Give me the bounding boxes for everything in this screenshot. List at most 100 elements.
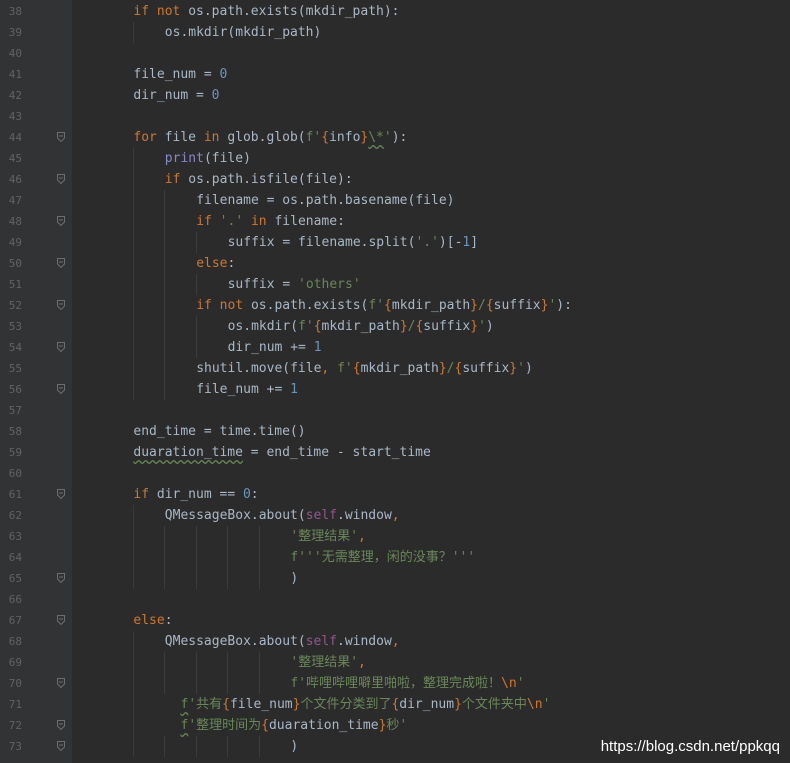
code-token: '整理结果' bbox=[290, 529, 359, 544]
code-line[interactable]: 46 if os.path.isfile(file): bbox=[0, 169, 790, 190]
fold-marker-icon[interactable] bbox=[57, 384, 65, 394]
indent-guide bbox=[133, 253, 134, 274]
code-line[interactable]: 50 else: bbox=[0, 253, 790, 274]
fold-marker-icon[interactable] bbox=[57, 678, 65, 688]
code-token: dir_num += bbox=[227, 340, 314, 355]
code-text: QMessageBox.about(self.window, bbox=[165, 505, 400, 526]
code-line[interactable]: 42 dir_num = 0 bbox=[0, 85, 790, 106]
code-line[interactable]: 44 for file in glob.glob(f'{info}\*'): bbox=[0, 127, 790, 148]
indent-guide bbox=[133, 652, 134, 673]
code-token: QMessageBox.about( bbox=[164, 508, 306, 523]
code-text: suffix = filename.split('.')[-1] bbox=[228, 232, 478, 253]
code-line[interactable]: 43 bbox=[0, 106, 790, 127]
code-line[interactable]: 69 '整理结果', bbox=[0, 652, 790, 673]
code-line[interactable]: 58 end_time = time.time() bbox=[0, 421, 790, 442]
code-token: } bbox=[509, 361, 518, 376]
code-line[interactable]: 47 filename = os.path.basename(file) bbox=[0, 190, 790, 211]
code-line[interactable]: 45 print(file) bbox=[0, 148, 790, 169]
code-token: os.mkdir(mkdir_path) bbox=[164, 25, 322, 40]
code-line[interactable]: 65) bbox=[0, 568, 790, 589]
fold-marker-icon[interactable] bbox=[57, 132, 65, 142]
indent-guide bbox=[258, 526, 260, 547]
code-line[interactable]: 55 shutil.move(file, f'{mkdir_path}/{suff… bbox=[0, 358, 790, 379]
indent-guide bbox=[133, 190, 134, 211]
fold-marker-icon[interactable] bbox=[57, 489, 65, 499]
code-line[interactable]: 67 else: bbox=[0, 610, 790, 631]
fold-marker-icon[interactable] bbox=[57, 342, 65, 352]
code-line[interactable]: 52 if not os.path.exists(f'{mkdir_path}/{… bbox=[0, 295, 790, 316]
code-token: else bbox=[133, 613, 165, 628]
code-token: , bbox=[358, 655, 366, 670]
indent-guide bbox=[227, 547, 229, 568]
code-token: ] bbox=[470, 235, 479, 250]
code-text: if '.' in filename: bbox=[196, 211, 345, 232]
code-token: dir_num bbox=[399, 697, 455, 712]
line-number: 49 bbox=[8, 236, 22, 249]
code-line[interactable]: 70 f'哔哩哔哩噼里啪啦，整理完成啦！\n' bbox=[0, 673, 790, 694]
code-line[interactable]: 72 f'整理时间为{duaration_time}秒' bbox=[0, 715, 790, 736]
fold-marker-icon[interactable] bbox=[57, 741, 65, 751]
code-text: duaration_time = end_time - start_time bbox=[133, 442, 430, 463]
code-token: file bbox=[164, 130, 204, 145]
code-token: filename = os.path.basename(file) bbox=[196, 193, 455, 208]
indent-guide bbox=[164, 190, 166, 211]
fold-marker-icon[interactable] bbox=[57, 300, 65, 310]
code-line[interactable]: 61 if dir_num == 0: bbox=[0, 484, 790, 505]
code-token: else bbox=[196, 256, 228, 271]
code-line[interactable]: 49 suffix = filename.split('.')[-1] bbox=[0, 232, 790, 253]
code-line[interactable]: 53 os.mkdir(f'{mkdir_path}/{suffix}') bbox=[0, 316, 790, 337]
code-line[interactable]: 57 bbox=[0, 400, 790, 421]
indent-guide bbox=[133, 148, 134, 169]
line-number: 52 bbox=[8, 299, 22, 312]
line-number: 63 bbox=[8, 530, 22, 543]
code-token: suffix bbox=[423, 319, 471, 334]
indent-guide bbox=[133, 631, 134, 652]
code-line[interactable]: 59 duaration_time = end_time - start_time bbox=[0, 442, 790, 463]
code-line[interactable]: 63 '整理结果', bbox=[0, 526, 790, 547]
code-line[interactable]: 60 bbox=[0, 463, 790, 484]
code-line[interactable]: 38 if not os.path.exists(mkdir_path): bbox=[0, 1, 790, 22]
code-line[interactable]: 62 QMessageBox.about(self.window, bbox=[0, 505, 790, 526]
indent-guide bbox=[227, 652, 229, 673]
fold-marker-icon[interactable] bbox=[57, 216, 65, 226]
code-token: ) bbox=[485, 319, 494, 334]
fold-marker-icon[interactable] bbox=[57, 573, 65, 583]
code-token: ' bbox=[542, 697, 551, 712]
code-text: print(file) bbox=[165, 148, 251, 169]
code-line[interactable]: 40 bbox=[0, 43, 790, 64]
code-token: suffix = filename.split( bbox=[227, 235, 416, 250]
indent-guide bbox=[133, 694, 134, 715]
code-editor[interactable]: 38 if not os.path.exists(mkdir_path): 39 os… bbox=[0, 0, 790, 763]
fold-marker-icon[interactable] bbox=[57, 258, 65, 268]
code-token: } bbox=[399, 319, 408, 334]
code-text: dir_num = 0 bbox=[133, 85, 219, 106]
code-line[interactable]: 39 os.mkdir(mkdir_path) bbox=[0, 22, 790, 43]
code-text: f'''无需整理，闲的没事？''' bbox=[290, 547, 475, 568]
line-number: 71 bbox=[8, 698, 22, 711]
code-line[interactable]: 41 file_num = 0 bbox=[0, 64, 790, 85]
indent-guide bbox=[195, 337, 197, 358]
line-number: 57 bbox=[8, 404, 22, 417]
indent-guide bbox=[227, 526, 229, 547]
code-text: f'哔哩哔哩噼里啪啦，整理完成啦！\n' bbox=[290, 673, 524, 694]
code-token: mkdir_path bbox=[360, 361, 439, 376]
code-line[interactable]: 64 f'''无需整理，闲的没事？''' bbox=[0, 547, 790, 568]
indent-guide bbox=[195, 316, 197, 337]
fold-marker-icon[interactable] bbox=[57, 615, 65, 625]
code-line[interactable]: 66 bbox=[0, 589, 790, 610]
code-line[interactable]: 51 suffix = 'others' bbox=[0, 274, 790, 295]
code-token: in bbox=[243, 214, 275, 229]
code-line[interactable]: 54 dir_num += 1 bbox=[0, 337, 790, 358]
code-token: f' bbox=[368, 298, 385, 313]
fold-marker-icon[interactable] bbox=[57, 174, 65, 184]
code-token: 秒' bbox=[386, 718, 408, 733]
indent-guide bbox=[195, 274, 197, 295]
fold-marker-icon[interactable] bbox=[57, 720, 65, 730]
indent-guide bbox=[133, 673, 134, 694]
code-line[interactable]: 56 file_num += 1 bbox=[0, 379, 790, 400]
code-text: filename = os.path.basename(file) bbox=[196, 190, 454, 211]
code-line[interactable]: 71 f'共有{file_num}个文件分类到了{dir_num}个文件夹中\n' bbox=[0, 694, 790, 715]
code-line[interactable]: 68 QMessageBox.about(self.window, bbox=[0, 631, 790, 652]
code-line[interactable]: 48 if '.' in filename: bbox=[0, 211, 790, 232]
indent-guide bbox=[133, 568, 134, 589]
